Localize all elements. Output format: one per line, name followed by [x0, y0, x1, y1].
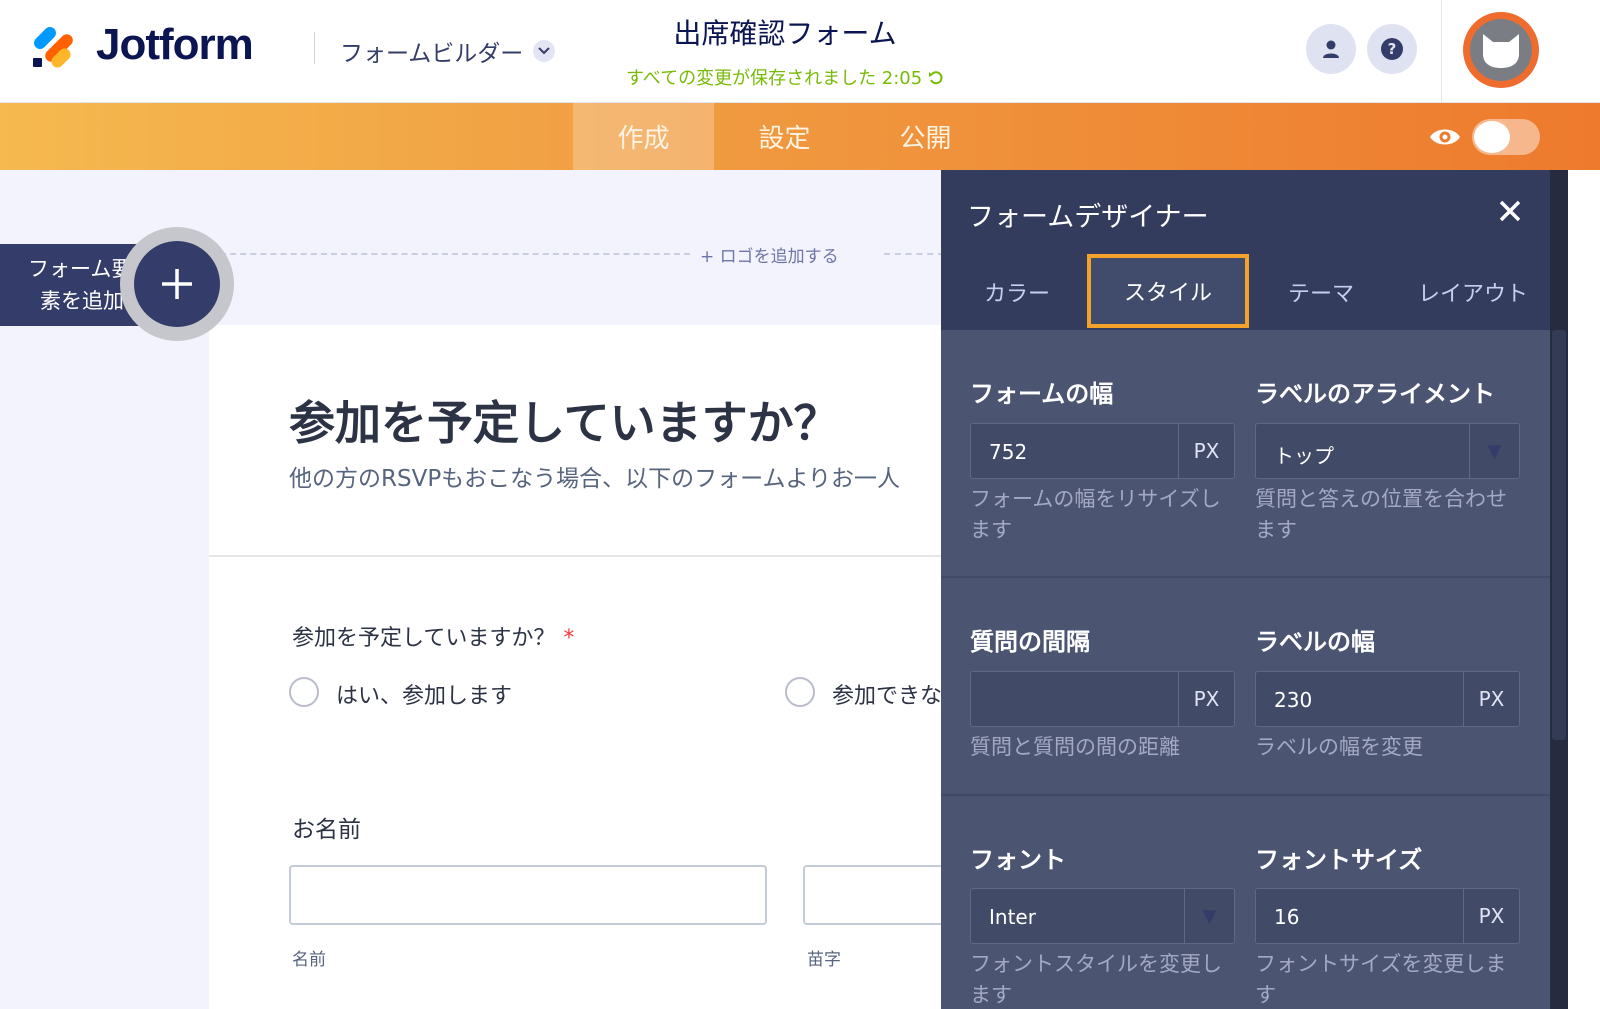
toggle-knob: [1474, 121, 1510, 153]
eye-icon[interactable]: [1428, 121, 1462, 153]
font-size-help: フォントサイズを変更します: [1255, 952, 1507, 1007]
plus-icon: [162, 269, 192, 299]
add-element-plus-button[interactable]: [120, 227, 234, 341]
radio-no[interactable]: [785, 677, 815, 707]
top-header: Jotform フォームビルダー 出席確認フォーム すべての変更が保存されました…: [0, 0, 1600, 103]
form-heading[interactable]: 参加を予定していますか？: [289, 387, 840, 453]
form-width-value: 752: [989, 440, 1028, 464]
designer-title: フォームデザイナー: [967, 202, 1209, 233]
required-mark: *: [563, 626, 575, 651]
last-name-input[interactable]: [803, 865, 942, 925]
help-icon: ?: [1381, 38, 1403, 60]
brand-name: Jotform: [96, 20, 254, 69]
question-spacing-help: 質問と質問の間の距離: [970, 735, 1180, 759]
add-logo-link[interactable]: + ロゴを追加する: [700, 242, 839, 267]
scrollbar-thumb[interactable]: [1552, 330, 1566, 740]
font-size-value: 16: [1274, 905, 1300, 929]
font-section: フォント Inter ▼ フォントスタイルを変更します フォントサイズ 16 P…: [941, 796, 1550, 1009]
tab-settings[interactable]: 設定: [714, 103, 855, 170]
card-divider: [209, 555, 942, 557]
save-status-text: すべての変更が保存されました 2:05: [626, 68, 923, 89]
question-spacing-unit: PX: [1178, 672, 1234, 726]
width-alignment-section: フォームの幅 752 PX フォームの幅をリサイズします ラベルのアライメント …: [941, 330, 1550, 578]
header-divider: [314, 32, 315, 64]
dashed-divider-right: [884, 253, 942, 255]
spacing-labelwidth-section: 質問の間隔 PX 質問と質問の間の距離 ラベルの幅 230 PX ラベルの幅を変…: [941, 578, 1550, 796]
last-name-sublabel: 苗字: [807, 950, 841, 970]
radio-yes-label[interactable]: はい、参加します: [336, 678, 512, 710]
form-width-title: フォームの幅: [970, 380, 1114, 408]
tab-layout[interactable]: レイアウト: [1397, 254, 1549, 330]
form-width-help: フォームの幅をリサイズします: [970, 487, 1221, 542]
close-icon[interactable]: [1493, 194, 1527, 228]
page-edge: [1568, 170, 1600, 1009]
label-width-title: ラベルの幅: [1255, 628, 1375, 656]
designer-header: フォームデザイナー: [941, 170, 1550, 254]
tab-style[interactable]: スタイル: [1087, 254, 1249, 328]
question-label-text: 参加を予定していますか？: [292, 626, 556, 651]
font-value: Inter: [989, 905, 1036, 929]
preview-toggle[interactable]: [1472, 119, 1540, 155]
font-help: フォントスタイルを変更します: [970, 952, 1222, 1007]
font-size-unit: PX: [1463, 889, 1519, 943]
tab-publish[interactable]: 公開: [855, 103, 996, 170]
form-card: 参加を予定していますか？ 他の方のRSVPもおこなう場合、以下のフォームよりお一…: [209, 325, 942, 1009]
first-name-sublabel: 名前: [292, 950, 326, 970]
label-alignment-title: ラベルのアライメント: [1255, 380, 1495, 408]
form-canvas: + ロゴを追加する 参加を予定していますか？ 他の方のRSVPもおこなう場合、以…: [0, 170, 942, 1009]
undo-icon[interactable]: [928, 70, 944, 86]
form-width-input[interactable]: 752 PX: [970, 423, 1235, 479]
font-title: フォント: [970, 846, 1066, 874]
tab-build[interactable]: 作成: [573, 103, 714, 170]
form-designer-panel: フォームデザイナー カラー スタイル テーマ レイアウト フォームの幅 752 …: [941, 170, 1550, 1009]
form-width-unit: PX: [1178, 424, 1234, 478]
tab-color[interactable]: カラー: [941, 254, 1093, 330]
form-title[interactable]: 出席確認フォーム: [600, 12, 970, 52]
jotform-logo[interactable]: Jotform: [30, 20, 254, 71]
avatar[interactable]: [1463, 12, 1539, 88]
form-builder-label: フォームビルダー: [340, 41, 524, 67]
font-size-title: フォントサイズ: [1255, 846, 1423, 874]
label-width-unit: PX: [1463, 672, 1519, 726]
radio-yes[interactable]: [289, 677, 319, 707]
question-spacing-title: 質問の間隔: [970, 628, 1090, 656]
label-width-help: ラベルの幅を変更: [1255, 735, 1423, 759]
designer-tabs: カラー スタイル テーマ レイアウト: [941, 254, 1550, 330]
main-nav: 作成 設定 公開: [0, 103, 1600, 170]
form-subheading[interactable]: 他の方のRSVPもおこなう場合、以下のフォームよりお一人: [289, 459, 900, 493]
form-builder-menu[interactable]: フォームビルダー: [340, 34, 556, 68]
label-alignment-help: 質問と答えの位置を合わせます: [1255, 487, 1507, 542]
font-select[interactable]: Inter ▼: [970, 888, 1235, 944]
dropdown-arrow-icon: ▼: [1184, 889, 1234, 943]
dashed-divider-left: [210, 253, 690, 255]
question-label[interactable]: 参加を予定していますか？ *: [292, 620, 574, 652]
label-alignment-select[interactable]: トップ ▼: [1255, 423, 1520, 479]
label-width-input[interactable]: 230 PX: [1255, 671, 1520, 727]
name-field-label[interactable]: お名前: [292, 810, 361, 844]
avatar-image: [1470, 19, 1532, 81]
svg-text:?: ?: [1388, 40, 1397, 58]
designer-scrollbar[interactable]: [1550, 170, 1568, 1009]
chevron-down-icon: [533, 40, 556, 62]
label-width-value: 230: [1274, 688, 1313, 712]
account-button[interactable]: [1306, 24, 1356, 74]
help-button[interactable]: ?: [1367, 24, 1417, 74]
header-separator: [1441, 0, 1442, 103]
cat-avatar-icon: [1483, 34, 1519, 68]
font-size-input[interactable]: 16 PX: [1255, 888, 1520, 944]
save-status: すべての変更が保存されました 2:05: [600, 64, 970, 90]
label-alignment-value: トップ: [1274, 444, 1334, 468]
jotform-logo-icon: [30, 20, 80, 71]
first-name-input[interactable]: [289, 865, 767, 925]
user-icon: [1323, 40, 1339, 58]
radio-no-label[interactable]: 参加できな: [832, 678, 942, 710]
dropdown-arrow-icon: ▼: [1469, 424, 1519, 478]
tab-theme[interactable]: テーマ: [1245, 254, 1397, 330]
question-spacing-input[interactable]: PX: [970, 671, 1235, 727]
